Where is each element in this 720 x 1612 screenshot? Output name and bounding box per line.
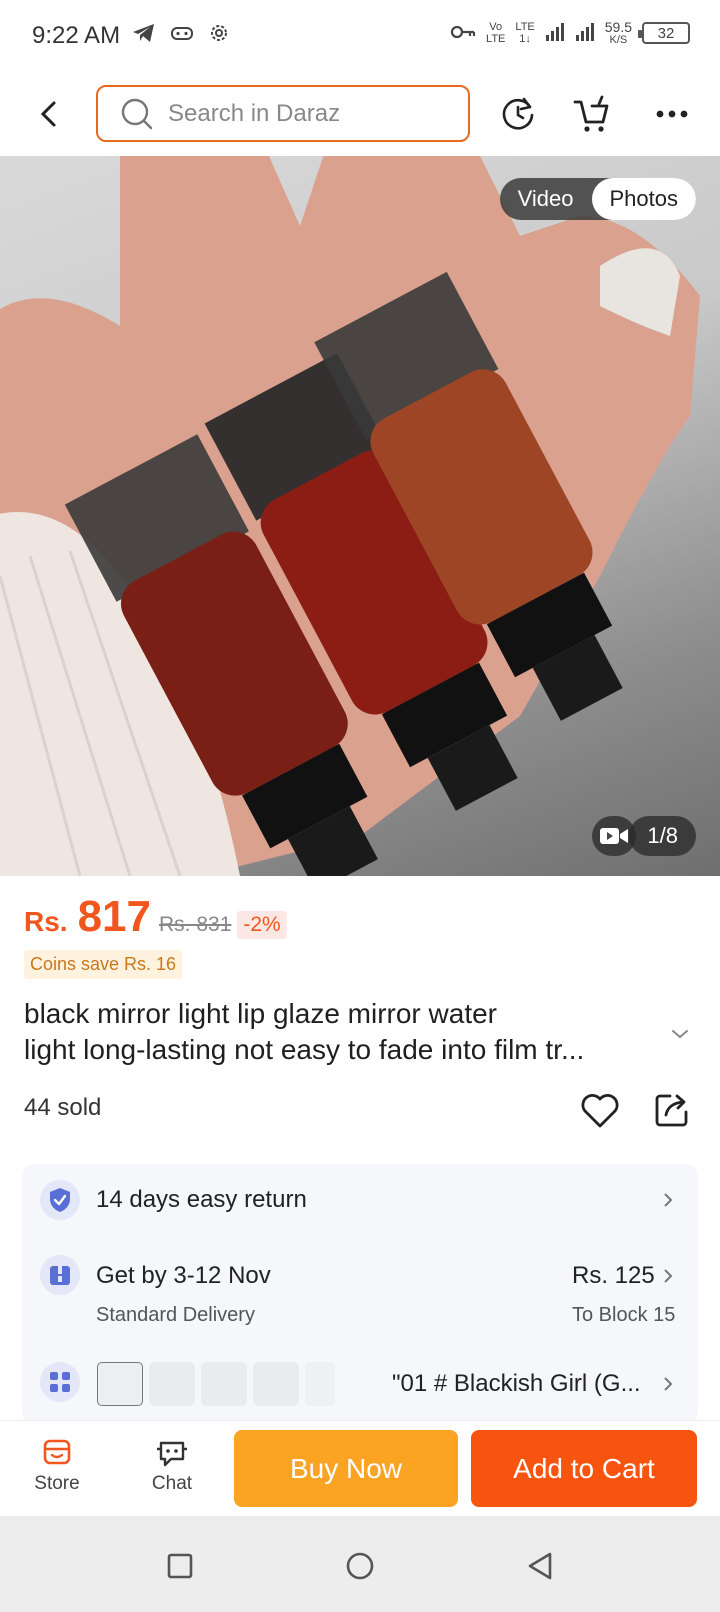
tab-video[interactable]: Video (500, 178, 592, 220)
delivery-type: Standard Delivery (96, 1304, 255, 1326)
price-currency: Rs. (24, 906, 68, 937)
shield-check-icon (40, 1180, 80, 1220)
variants-grid-icon (40, 1362, 80, 1402)
bottom-action-bar: Store Chat Buy Now Add to Cart (0, 1420, 720, 1516)
delivery-box-icon (40, 1255, 80, 1295)
recents-button[interactable] (160, 1546, 200, 1586)
sold-count: 44 sold (24, 1094, 102, 1121)
price-row: Rs. 817 Rs. 831 -2% (24, 892, 704, 942)
store-label: Store (34, 1473, 80, 1494)
store-button[interactable]: Store (17, 1437, 97, 1495)
buy-now-button[interactable]: Buy Now (234, 1430, 458, 1507)
media-toggle: Video Photos (499, 178, 696, 220)
net-speed-value: 59.5 (604, 19, 632, 35)
signal-icon-2 (575, 22, 595, 44)
search-input[interactable]: Search in Daraz (96, 85, 470, 142)
add-to-cart-button[interactable]: Add to Cart (471, 1430, 697, 1507)
heart-icon[interactable] (578, 1088, 622, 1132)
price-value: 817 (77, 892, 151, 941)
chevron-left-icon (40, 101, 56, 127)
home-button[interactable] (340, 1546, 380, 1586)
selected-variant: "01 # Blackish Girl (G... (392, 1370, 641, 1397)
variant-swatch[interactable] (201, 1362, 247, 1406)
image-counter: 1/8 (629, 816, 696, 856)
status-icons-right: Vo LTE LTE 1↓ 59.5 K/S 32 (450, 20, 690, 46)
net-speed: 59.5 K/S (605, 20, 632, 46)
chat-button[interactable]: Chat (132, 1437, 212, 1495)
video-camera-icon (600, 828, 628, 844)
telegram-icon (132, 22, 156, 49)
delivery-date: Get by 3-12 Nov (96, 1262, 271, 1289)
status-bar: 9:22 AM Vo LTE LTE 1↓ 59.5 K/S 32 (0, 0, 720, 72)
settings-gear-icon (208, 22, 230, 49)
triangle-back-icon (528, 1552, 552, 1580)
volte-bottom: LTE (486, 33, 506, 45)
variant-swatch[interactable] (305, 1362, 335, 1406)
delivery-fee: Rs. 125 (572, 1262, 655, 1289)
chat-label: Chat (151, 1473, 193, 1494)
cart-icon (573, 95, 609, 132)
product-title-line1: black mirror light lip glaze mirror wate… (24, 998, 498, 1029)
chevron-right-icon (664, 1377, 673, 1391)
search-placeholder: Search in Daraz (168, 99, 341, 127)
variant-swatch[interactable] (149, 1362, 195, 1406)
back-nav-button[interactable] (520, 1546, 560, 1586)
gamepad-icon (170, 24, 194, 47)
signal-icon-1 (545, 22, 565, 44)
store-icon (43, 1439, 71, 1465)
chevron-right-icon (664, 1193, 673, 1207)
back-button[interactable] (28, 94, 68, 134)
product-title-line2: light long-lasting not easy to fade into… (24, 1034, 585, 1065)
search-icon (121, 98, 153, 129)
chat-icon (157, 1441, 187, 1467)
circle-icon (346, 1552, 374, 1580)
lte-bottom: 1↓ (519, 33, 531, 45)
variant-swatch[interactable] (97, 1362, 143, 1406)
chevron-right-icon (664, 1269, 673, 1283)
product-title[interactable]: black mirror light lip glaze mirror wate… (24, 996, 664, 1068)
coins-save-badge: Coins save Rs. 16 (24, 950, 183, 979)
status-icons-left (132, 22, 230, 49)
product-photo (0, 156, 700, 876)
lte-top: LTE (515, 21, 535, 33)
share-icon[interactable] (652, 1090, 692, 1130)
volte-top: Vo (489, 21, 503, 33)
more-options-button[interactable] (650, 92, 694, 136)
battery-level: 32 (657, 24, 675, 42)
cart-button[interactable] (570, 92, 614, 136)
variant-swatch[interactable] (253, 1362, 299, 1406)
vpn-key-icon (450, 24, 476, 43)
return-policy-label: 14 days easy return (96, 1186, 307, 1213)
volte-indicator: Vo LTE (486, 21, 505, 45)
lte-indicator: LTE 1↓ (515, 21, 534, 45)
tab-photos[interactable]: Photos (591, 178, 696, 220)
original-price: Rs. 831 (159, 913, 232, 936)
more-dots-icon (656, 110, 688, 118)
battery-icon: 32 (638, 22, 690, 44)
discount-badge: -2% (237, 911, 287, 939)
refresh-icon (502, 97, 534, 130)
square-icon (167, 1553, 193, 1579)
chevron-down-icon[interactable] (668, 1022, 692, 1046)
refresh-button[interactable] (496, 92, 540, 136)
product-image-gallery[interactable]: Video Photos 1/8 (0, 156, 720, 876)
net-speed-unit: K/S (609, 34, 628, 46)
price-block: Rs. 817 Rs. 831 -2% Coins save Rs. 16 (24, 892, 704, 979)
system-nav-bar (0, 1516, 720, 1612)
top-header: Search in Daraz (0, 72, 720, 156)
delivery-location: To Block 15 (572, 1304, 676, 1326)
status-time: 9:22 AM (32, 22, 121, 49)
